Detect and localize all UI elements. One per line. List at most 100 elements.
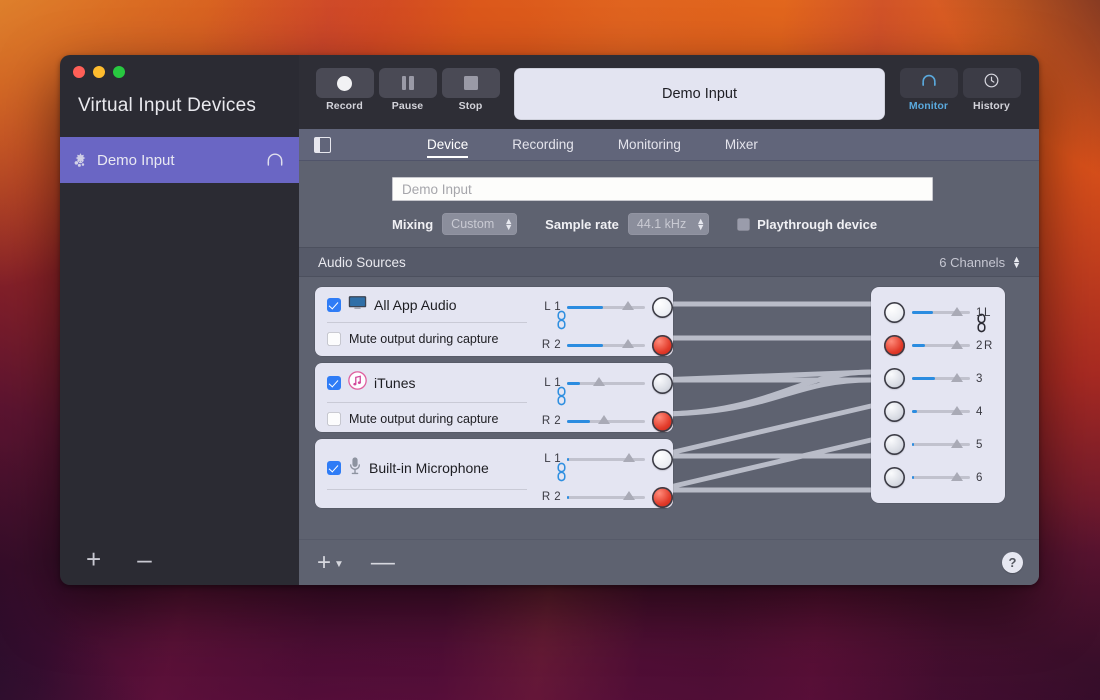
tab-mixer[interactable]: Mixer (703, 134, 780, 156)
output-channel-row[interactable]: 6 (871, 461, 1005, 494)
display-icon (348, 295, 367, 315)
itunes-icon (348, 371, 367, 395)
add-source-button[interactable]: + (317, 551, 331, 575)
output-port[interactable] (652, 373, 673, 394)
output-port[interactable] (652, 411, 673, 432)
fader-left[interactable]: L 1 (535, 372, 673, 394)
input-port[interactable] (884, 335, 905, 356)
mute-output-checkbox[interactable]: Mute output during capture (327, 412, 535, 426)
output-channel-row[interactable]: 5 (871, 428, 1005, 461)
fader-right[interactable]: R 2 (535, 334, 673, 356)
chevron-up-down-icon: ▲▼ (696, 218, 705, 230)
headphones-icon (265, 150, 285, 170)
channel-number: 3 (976, 373, 1004, 385)
history-button[interactable]: History (960, 68, 1023, 112)
playthrough-device-checkbox[interactable]: Playthrough device (737, 217, 877, 232)
mixing-value: Custom (451, 217, 494, 231)
sidebar-item-demo-input[interactable]: Demo Input (60, 137, 299, 183)
channel-number: 6 (976, 472, 1004, 484)
source-enable-checkbox[interactable] (327, 376, 341, 390)
input-port[interactable] (884, 302, 905, 323)
close-button[interactable] (73, 66, 85, 78)
source-enable-checkbox[interactable] (327, 298, 341, 312)
tab-recording[interactable]: Recording (490, 134, 596, 156)
audio-source-row[interactable]: iTunes Mute output during capture (315, 363, 673, 432)
channel-pair: L (984, 307, 991, 319)
mute-label: Mute output during capture (349, 332, 498, 346)
pause-label: Pause (392, 100, 423, 112)
output-port[interactable] (652, 297, 673, 318)
fader-label: R 2 (535, 415, 561, 427)
gear-icon (72, 152, 89, 169)
pause-button[interactable]: Pause (376, 68, 439, 112)
input-port[interactable] (884, 368, 905, 389)
device-title-field[interactable]: Demo Input (514, 68, 885, 120)
record-button[interactable]: Record (313, 68, 376, 112)
stop-label: Stop (459, 100, 483, 112)
fader-right[interactable]: R 2 (535, 410, 673, 432)
channel-number: 4 (976, 406, 1004, 418)
stop-button[interactable]: Stop (439, 68, 502, 112)
help-button[interactable]: ? (1002, 552, 1023, 573)
source-faders: L 1 R 2 (535, 439, 673, 508)
source-faders: L 1 R 2 (535, 287, 673, 356)
microphone-icon (348, 456, 362, 480)
chevron-up-down-icon: ▲▼ (1012, 256, 1021, 268)
zoom-button[interactable] (113, 66, 125, 78)
add-device-button[interactable]: + (86, 546, 101, 572)
fader-left[interactable]: L 1 (535, 448, 673, 470)
output-channel-row[interactable]: 1 L (871, 296, 1005, 329)
fader-right[interactable]: R 2 (535, 486, 673, 508)
sidebar-item-label: Demo Input (97, 152, 175, 169)
mute-label: Mute output during capture (349, 412, 498, 426)
output-channel-row[interactable]: 2 R (871, 329, 1005, 362)
output-port[interactable] (652, 449, 673, 470)
monitor-label: Monitor (909, 100, 948, 112)
source-name: Built-in Microphone (369, 460, 489, 476)
output-port[interactable] (652, 487, 673, 508)
device-name-input[interactable]: Demo Input (392, 177, 933, 201)
toolbar: Record Pause Stop Demo Input (299, 55, 1039, 129)
input-port[interactable] (884, 401, 905, 422)
output-channel-row[interactable]: 3 (871, 362, 1005, 395)
monitor-pill (900, 68, 958, 98)
sample-rate-value: 44.1 kHz (637, 217, 686, 231)
traffic-lights (60, 55, 299, 89)
chevron-up-down-icon: ▲▼ (504, 218, 513, 230)
channel-number: 5 (976, 439, 1004, 451)
tab-monitoring[interactable]: Monitoring (596, 134, 703, 156)
mixing-label: Mixing (392, 217, 433, 232)
sample-rate-select[interactable]: 44.1 kHz ▲▼ (628, 213, 709, 235)
device-config: Demo Input Mixing Custom ▲▼ Sample rate … (299, 161, 1039, 247)
audio-sources-header: Audio Sources 6 Channels ▲▼ (299, 247, 1039, 277)
sidebar-footer: + – (60, 533, 299, 585)
output-channel-row[interactable]: 4 (871, 395, 1005, 428)
source-faders: L 1 R 2 (535, 363, 673, 432)
output-port[interactable] (652, 335, 673, 356)
pause-icon (402, 76, 414, 90)
chevron-down-icon[interactable]: ▼ (334, 559, 344, 570)
fader-label: L 1 (535, 377, 561, 389)
input-port[interactable] (884, 434, 905, 455)
tab-device[interactable]: Device (405, 134, 490, 156)
input-port[interactable] (884, 467, 905, 488)
fader-left[interactable]: L 1 (535, 296, 673, 318)
checkbox-icon (737, 218, 750, 231)
audio-source-row[interactable]: All App Audio Mute output during capture (315, 287, 673, 356)
source-enable-checkbox[interactable] (327, 461, 341, 475)
channel-count-label: 6 Channels (939, 255, 1005, 270)
mixing-select[interactable]: Custom ▲▼ (442, 213, 517, 235)
remove-device-button[interactable]: – (137, 546, 151, 572)
audio-source-row[interactable]: Built-in Microphone L 1 (315, 439, 673, 508)
record-dot-icon (337, 76, 352, 91)
remove-source-button[interactable]: — (371, 551, 395, 575)
mute-output-checkbox[interactable]: Mute output during capture (327, 332, 535, 346)
clock-icon (982, 71, 1001, 95)
playthrough-label: Playthrough device (757, 217, 877, 232)
minimize-button[interactable] (93, 66, 105, 78)
monitor-button[interactable]: Monitor (897, 68, 960, 112)
channel-count-stepper[interactable]: 6 Channels ▲▼ (939, 255, 1021, 270)
sidebar-toggle-icon[interactable] (314, 137, 331, 153)
audio-source-list: All App Audio Mute output during capture (315, 287, 673, 515)
checkbox-icon (327, 332, 341, 346)
